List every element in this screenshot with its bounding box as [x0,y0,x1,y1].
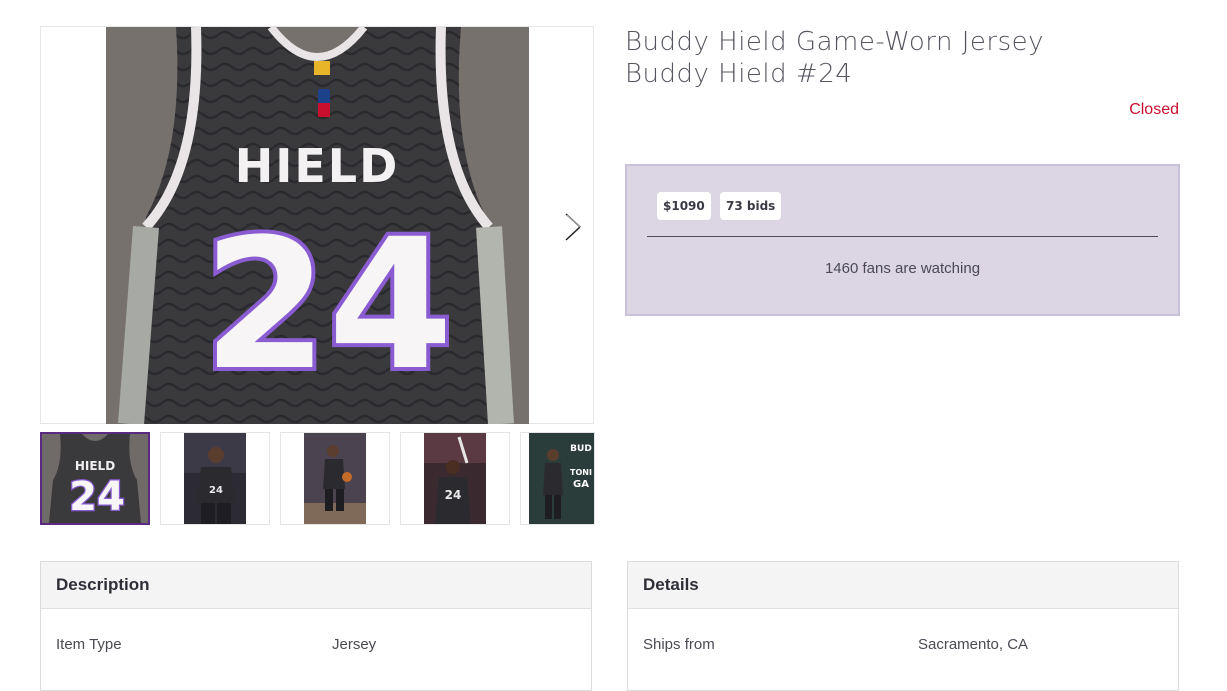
thumbnail-4[interactable]: 24 [400,432,510,525]
thumb-1-number: 24 [69,474,125,520]
thumb-2-number: 24 [209,485,223,496]
thumb-5-text-3: GA [573,479,589,490]
thumb-5-text: BUD [570,444,592,454]
description-row-value: Jersey [332,636,377,653]
page-title: Buddy Hield Game-Worn Jersey [625,27,1045,57]
divider [647,236,1158,237]
thumbnail-3[interactable] [280,432,390,525]
page-subtitle: Buddy Hield #24 [625,59,853,89]
jersey-number-text: 24 [203,201,454,410]
description-heading: Description [41,562,591,609]
details-row-value: Sacramento, CA [918,636,1029,653]
thumb-5-text-2: TONI [570,468,592,477]
description-row-label: Item Type [56,636,122,653]
description-panel: Description Item Type Jersey [40,561,592,691]
chevron-right-icon[interactable] [560,210,588,244]
thumbnail-5[interactable]: BUD TONI GA [520,432,595,525]
jersey-name-text: HIELD [235,139,400,193]
bids-pill: 73 bids [720,192,782,220]
main-product-image[interactable]: HIELD 24 [40,26,594,424]
thumbnail-2[interactable]: 24 [160,432,270,525]
watching-count: 1460 fans are watching [824,260,981,277]
bid-summary-box: $1090 73 bids 1460 fans are watching [625,164,1180,316]
thumb-4-number: 24 [445,488,462,502]
details-row-label: Ships from [643,636,715,653]
listing-title-block: Buddy Hield Game-Worn Jersey Buddy Hield… [625,26,1044,90]
details-panel: Details Ships from Sacramento, CA [627,561,1179,691]
price-pill: $1090 [657,192,711,220]
status-badge: Closed [1129,101,1179,118]
thumb-1-name: HIELD [75,459,115,473]
details-heading: Details [628,562,1178,609]
thumbnail-1[interactable]: HIELD 24 [40,432,150,525]
jersey-photo: HIELD 24 [106,27,529,424]
